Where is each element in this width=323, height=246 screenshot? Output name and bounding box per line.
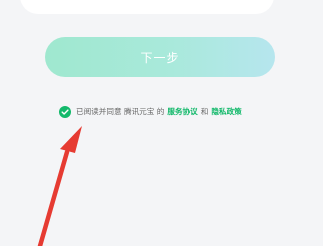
next-step-button[interactable]: 下一步 <box>45 37 275 77</box>
agreement-and-text: 和 <box>200 107 209 116</box>
login-screen: 下一步 已阅读并同意 腾讯元宝 的 服务协议 和 隐私政策 <box>0 0 323 246</box>
input-card[interactable] <box>20 0 274 14</box>
agreement-prefix-text: 已阅读并同意 腾讯元宝 的 <box>76 107 165 116</box>
agreement-row: 已阅读并同意 腾讯元宝 的 服务协议 和 隐私政策 <box>59 104 242 120</box>
next-step-label: 下一步 <box>140 50 180 65</box>
privacy-policy-link[interactable]: 隐私政策 <box>211 104 241 120</box>
check-circle-icon[interactable] <box>59 106 71 118</box>
terms-of-service-link[interactable]: 服务协议 <box>167 104 197 120</box>
